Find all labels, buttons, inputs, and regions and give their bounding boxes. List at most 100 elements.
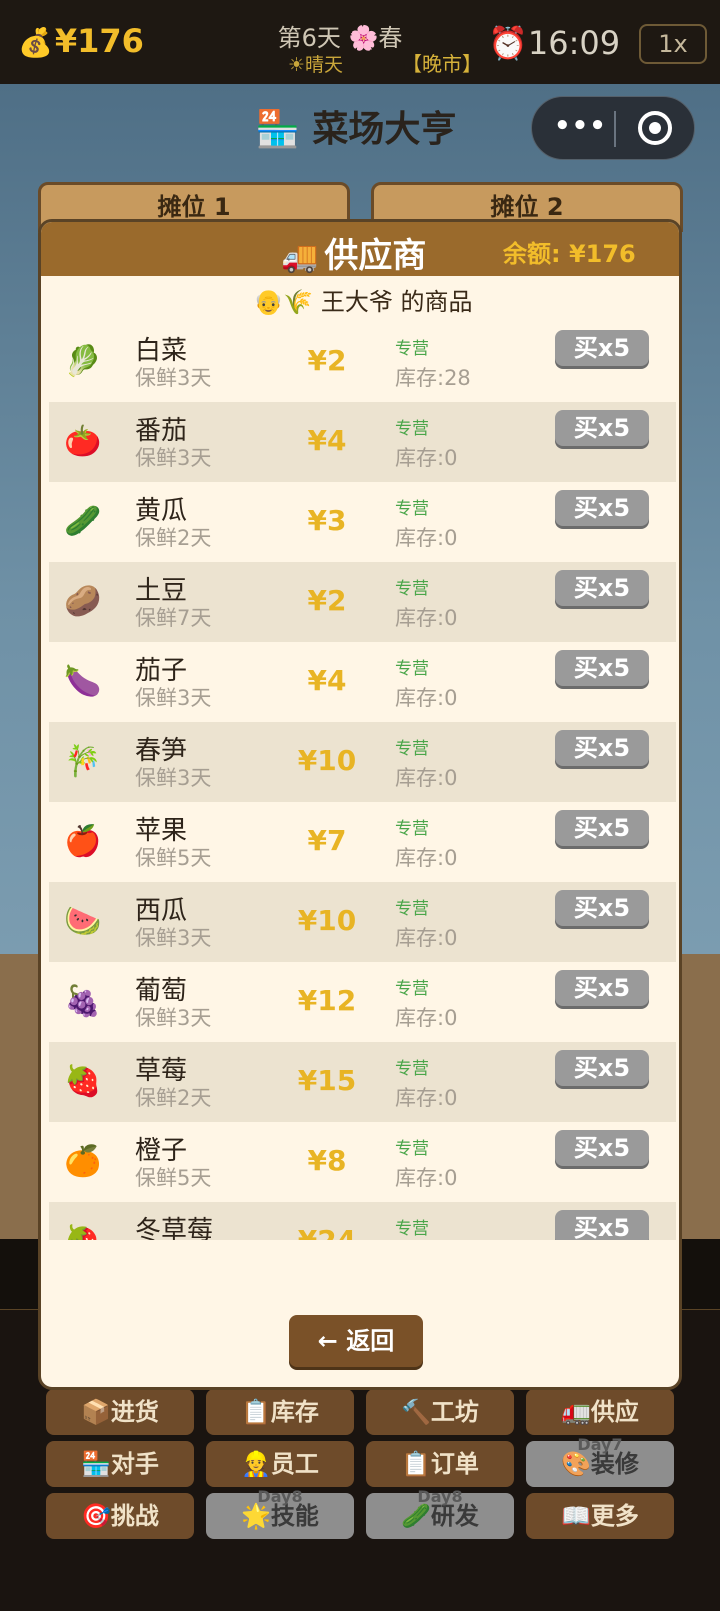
product-stock: 库存:0 xyxy=(395,1086,458,1110)
product-icon: 🍉 xyxy=(64,904,102,939)
menu-button[interactable]: 📦进货 xyxy=(46,1389,194,1435)
product-freshness: 保鲜5天 xyxy=(135,846,212,870)
speed-button[interactable]: 1x xyxy=(639,24,707,64)
menu-button-label: 🎯挑战 xyxy=(81,1502,159,1530)
buy-x5-button[interactable]: 买x5 xyxy=(555,1050,649,1086)
product-stock: 库存:28 xyxy=(395,366,471,390)
miniprogram-capsule: ••• xyxy=(531,96,695,160)
product-freshness: 保鲜7天 xyxy=(135,606,212,630)
menu-button-label: 📖更多 xyxy=(561,1502,639,1530)
product-stock: 库存:0 xyxy=(395,846,458,870)
menu-button[interactable]: Day7 🎨装修 xyxy=(526,1435,674,1487)
buy-x5-button[interactable]: 买x5 xyxy=(555,810,649,846)
menu-button[interactable]: 📋订单 xyxy=(366,1441,514,1487)
more-icon[interactable]: ••• xyxy=(554,111,607,141)
menu-button[interactable]: 🎯挑战 xyxy=(46,1493,194,1539)
back-button[interactable]: ← 返回 xyxy=(289,1315,423,1367)
product-tag: 专营 xyxy=(395,499,429,519)
day-label: 第6天 xyxy=(277,24,341,52)
menu-button[interactable]: 🏪对手 xyxy=(46,1441,194,1487)
product-stock: 库存:0 xyxy=(395,926,458,950)
panel-header: 🚚 供应商 余额: ¥176 xyxy=(41,222,679,277)
clock-label: ⏰16:09 xyxy=(488,24,621,62)
buy-x5-button[interactable]: 买x5 xyxy=(555,970,649,1006)
product-stock: 库存:0 xyxy=(395,1166,458,1190)
product-row: 🍇 葡萄 保鲜3天 ¥12 专营 库存:0 买x5 xyxy=(49,962,676,1042)
menu-button-label: 📋订单 xyxy=(401,1450,479,1478)
buy-x5-button[interactable]: 买x5 xyxy=(555,570,649,606)
buy-x5-button[interactable]: 买x5 xyxy=(555,1210,649,1240)
product-freshness: 保鲜3天 xyxy=(135,766,212,790)
product-freshness: 保鲜3天 xyxy=(135,1006,212,1030)
menu-button[interactable]: 📋库存 xyxy=(206,1389,354,1435)
product-stock: 库存:0 xyxy=(395,526,458,550)
product-row: 🍉 西瓜 保鲜3天 ¥10 专营 库存:0 买x5 xyxy=(49,882,676,962)
product-price: ¥2 xyxy=(307,584,347,617)
truck-icon: 🚚 xyxy=(281,240,319,275)
menu-button-label: 📦进货 xyxy=(81,1398,159,1426)
menu-button[interactable]: Day8 🌟技能 xyxy=(206,1487,354,1539)
product-price: ¥7 xyxy=(307,824,347,857)
product-icon: 🍎 xyxy=(64,824,102,859)
product-price: ¥12 xyxy=(297,984,357,1017)
product-tag: 专营 xyxy=(395,339,429,359)
unlock-day-label: Day8 xyxy=(417,1487,463,1506)
buy-x5-button[interactable]: 买x5 xyxy=(555,410,649,446)
buy-x5-button[interactable]: 买x5 xyxy=(555,490,649,526)
season-label: 🌸春 xyxy=(348,24,403,52)
product-tag: 专营 xyxy=(395,979,429,999)
panel-title: 🚚 供应商 xyxy=(281,228,426,277)
product-icon: 🍆 xyxy=(64,664,102,699)
buy-x5-button[interactable]: 买x5 xyxy=(555,330,649,366)
product-row: 🍓 草莓 保鲜2天 ¥15 专营 库存:0 买x5 xyxy=(49,1042,676,1122)
supplier-panel: 🚚 供应商 余额: ¥176 👴🌾 王大爷 的商品 🥬 白菜 保鲜3天 ¥2 专营 库存:2… xyxy=(38,219,682,1390)
product-list[interactable]: 🥬 白菜 保鲜3天 ¥2 专营 库存:28 买x5 🍅 番茄 保鲜3天 ¥4 专营 库存:0 买x5 🥒 黄瓜… xyxy=(49,322,676,1240)
product-name: 冬草莓 xyxy=(135,1216,214,1240)
product-price: ¥15 xyxy=(297,1064,357,1097)
buy-x5-button[interactable]: 买x5 xyxy=(555,1130,649,1166)
menu-button-label: 🔨工坊 xyxy=(401,1398,479,1426)
market-label: 【晚市】 xyxy=(402,52,482,76)
product-price: ¥24 xyxy=(279,1224,375,1240)
product-freshness: 保鲜5天 xyxy=(135,1166,212,1190)
product-freshness: 保鲜3天 xyxy=(135,926,212,950)
product-freshness: 保鲜3天 xyxy=(135,686,212,710)
product-icon: 🍊 xyxy=(64,1144,102,1179)
product-row: 🥬 白菜 保鲜3天 ¥2 专营 库存:28 买x5 xyxy=(49,322,676,402)
product-row: 🥒 黄瓜 保鲜2天 ¥3 专营 库存:0 买x5 xyxy=(49,482,676,562)
product-tag: 专营 xyxy=(395,819,429,839)
menu-button[interactable]: 🔨工坊 xyxy=(366,1389,514,1435)
buy-x5-button[interactable]: 买x5 xyxy=(555,890,649,926)
balance-label: 余额: ¥176 xyxy=(503,240,636,268)
buy-x5-button[interactable]: 买x5 xyxy=(555,650,649,686)
menu-button[interactable]: Day8 🥒研发 xyxy=(366,1487,514,1539)
product-tag: 专营 xyxy=(395,419,429,439)
product-icon: 🥔 xyxy=(64,584,102,619)
close-target-icon[interactable] xyxy=(638,111,672,145)
buy-x5-button[interactable]: 买x5 xyxy=(555,730,649,766)
menu-button-label: 🚛供应 xyxy=(561,1398,639,1426)
product-icon: 🍓 xyxy=(64,1064,102,1099)
product-stock: 库存:0 xyxy=(395,686,458,710)
menu-button[interactable]: 👷员工 xyxy=(206,1441,354,1487)
menu-button[interactable]: 🚛供应 xyxy=(526,1389,674,1435)
product-price: ¥4 xyxy=(307,424,347,457)
weather-label: ☀晴天 xyxy=(288,54,344,76)
product-icon: 🍇 xyxy=(64,984,102,1019)
menu-button-label: 📋库存 xyxy=(241,1398,319,1426)
product-tag: 专营 xyxy=(395,1059,429,1079)
product-stock: 库存:0 xyxy=(395,1006,458,1030)
product-row: 🍎 苹果 保鲜5天 ¥7 专营 库存:0 买x5 xyxy=(49,802,676,882)
product-row: 🍆 茄子 保鲜3天 ¥4 专营 库存:0 买x5 xyxy=(49,642,676,722)
product-tag: 专营 xyxy=(395,739,429,759)
product-price: ¥10 xyxy=(297,744,357,777)
product-icon: 🥒 xyxy=(64,504,102,539)
product-stock: 库存:0 xyxy=(395,446,458,470)
product-freshness: 保鲜2天 xyxy=(135,526,212,550)
menu-button[interactable]: 📖更多 xyxy=(526,1493,674,1539)
store-icon: 🏪 xyxy=(255,109,300,150)
unlock-day-label: Day7 xyxy=(577,1435,623,1454)
product-row: 🥔 土豆 保鲜7天 ¥2 专营 库存:0 买x5 xyxy=(49,562,676,642)
product-price: ¥10 xyxy=(297,904,357,937)
product-row: 🍊 橙子 保鲜5天 ¥8 专营 库存:0 买x5 xyxy=(49,1122,676,1202)
